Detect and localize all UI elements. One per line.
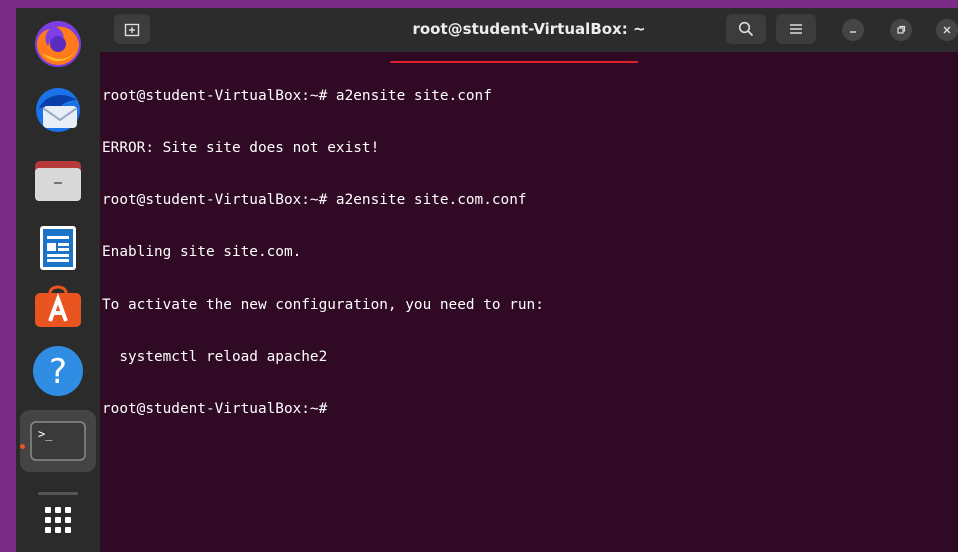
svg-text:?: ?: [49, 352, 67, 392]
show-apps-button[interactable]: [16, 490, 100, 550]
terminal-line: To activate the new configuration, you n…: [102, 296, 544, 313]
app-grid-icon: [45, 507, 71, 533]
close-button[interactable]: [936, 19, 958, 41]
dock-item-terminal[interactable]: >_: [20, 410, 96, 472]
dock-item-software[interactable]: [16, 276, 100, 336]
dock-item-firefox[interactable]: [16, 13, 100, 73]
close-icon: [943, 26, 951, 34]
software-center-icon: [35, 285, 81, 327]
dock-item-thunderbird[interactable]: [16, 80, 100, 140]
dock-item-writer[interactable]: [16, 218, 100, 278]
terminal-line: Enabling site site.com.: [102, 244, 302, 261]
dock-item-files[interactable]: [16, 151, 100, 211]
dock-item-help[interactable]: ?: [16, 341, 100, 401]
search-icon: [738, 21, 754, 37]
running-indicator: [20, 444, 25, 449]
dock: ? >_: [16, 8, 100, 552]
terminal-icon: >_: [30, 421, 86, 461]
help-icon: ?: [33, 346, 83, 396]
hamburger-menu-icon: [790, 24, 802, 34]
terminal-line: root@student-VirtualBox:~# a2ensite site…: [102, 192, 527, 209]
thunderbird-icon: [36, 88, 80, 132]
window-title: root@student-VirtualBox: ~: [412, 20, 646, 38]
red-annotation-underline: [390, 61, 638, 63]
svg-text:>_: >_: [38, 427, 53, 441]
terminal-line: ERROR: Site site does not exist!: [102, 140, 380, 157]
terminal-line: root@student-VirtualBox:~# a2ensite site…: [102, 87, 492, 104]
restore-icon: [897, 25, 906, 34]
terminal-window[interactable]: root@student-VirtualBox: ~ root@student-…: [100, 8, 958, 552]
libreoffice-writer-icon: [40, 226, 76, 270]
minimize-icon: [850, 31, 856, 33]
terminal-line: systemctl reload apache2: [102, 348, 328, 365]
maximize-button[interactable]: [890, 19, 912, 41]
search-button[interactable]: [726, 14, 766, 44]
terminal-output[interactable]: root@student-VirtualBox:~# a2ensite site…: [102, 53, 950, 453]
terminal-prompt: root@student-VirtualBox:~#: [102, 401, 336, 418]
title-bar[interactable]: root@student-VirtualBox: ~: [100, 8, 958, 52]
menu-button[interactable]: [776, 14, 816, 44]
firefox-icon: [35, 21, 81, 67]
files-icon: [35, 161, 81, 201]
minimize-button[interactable]: [842, 19, 864, 41]
